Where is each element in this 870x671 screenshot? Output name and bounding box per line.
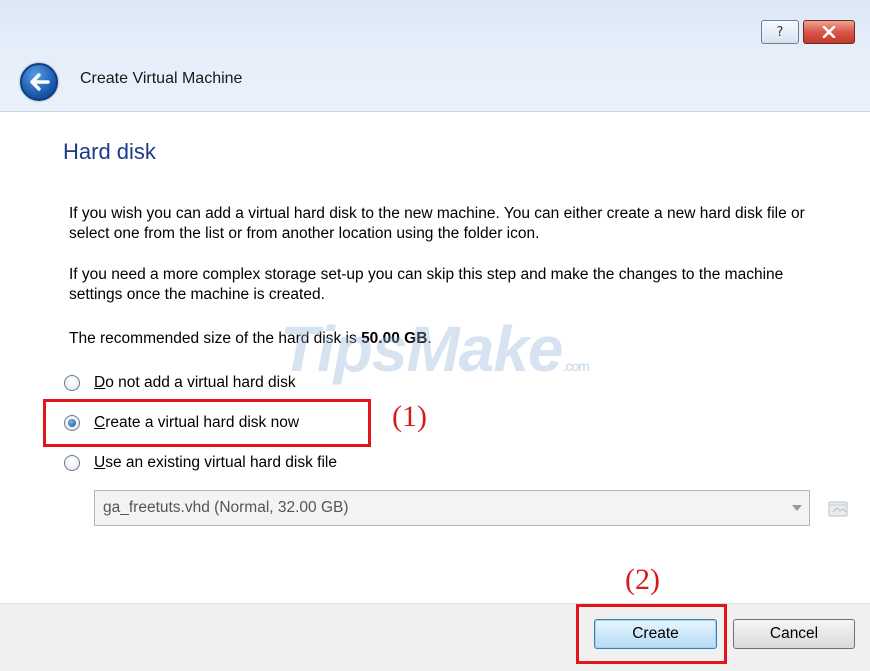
window-title: Create Virtual Machine bbox=[80, 70, 243, 87]
chevron-down-icon[interactable] bbox=[785, 491, 809, 525]
recommended-size-value: 50.00 GB bbox=[361, 330, 428, 347]
create-button[interactable]: Create bbox=[594, 619, 717, 649]
radio-label: Do not add a virtual hard disk bbox=[94, 374, 296, 392]
recommended-prefix: The recommended size of the hard disk is bbox=[69, 330, 362, 347]
create-vm-dialog: ? Create Virtual Machine Hard disk If yo… bbox=[0, 0, 870, 671]
mnemonic: D bbox=[94, 374, 106, 391]
annotation-step2: (2) bbox=[625, 563, 660, 596]
storage-paragraph: If you need a more complex storage set-u… bbox=[69, 266, 784, 303]
watermark-suffix: .com bbox=[562, 358, 590, 374]
highlight-box-step1 bbox=[43, 399, 371, 447]
watermark-text: TipsMake bbox=[280, 313, 563, 385]
recommended-size-text: The recommended size of the hard disk is… bbox=[69, 329, 839, 349]
annotation-step1: (1) bbox=[392, 400, 427, 433]
mnemonic: U bbox=[94, 454, 106, 471]
close-button[interactable] bbox=[803, 20, 855, 44]
existing-disk-select[interactable]: ga_freetuts.vhd (Normal, 32.00 GB) bbox=[94, 490, 810, 526]
radio-existing-disk[interactable]: Use an existing virtual hard disk file bbox=[64, 454, 337, 472]
radio-button[interactable] bbox=[64, 455, 80, 471]
close-icon bbox=[822, 26, 836, 38]
back-button[interactable] bbox=[20, 63, 58, 101]
label-rest: o not add a virtual hard disk bbox=[105, 374, 296, 391]
radio-label: Use an existing virtual hard disk file bbox=[94, 454, 337, 472]
intro-paragraph: If you wish you can add a virtual hard d… bbox=[69, 205, 805, 242]
cancel-button[interactable]: Cancel bbox=[733, 619, 855, 649]
help-icon: ? bbox=[776, 24, 784, 40]
radio-no-disk[interactable]: Do not add a virtual hard disk bbox=[64, 374, 296, 392]
watermark: TipsMake.com bbox=[280, 312, 590, 386]
back-arrow-icon bbox=[30, 73, 50, 91]
folder-icon[interactable] bbox=[823, 492, 853, 524]
label-rest: se an existing virtual hard disk file bbox=[105, 454, 337, 471]
radio-button[interactable] bbox=[64, 375, 80, 391]
title-bar: ? Create Virtual Machine bbox=[0, 0, 870, 112]
help-button[interactable]: ? bbox=[761, 20, 799, 44]
recommended-suffix: . bbox=[427, 330, 432, 347]
existing-disk-value: ga_freetuts.vhd (Normal, 32.00 GB) bbox=[103, 499, 349, 516]
page-title: Hard disk bbox=[63, 139, 156, 164]
